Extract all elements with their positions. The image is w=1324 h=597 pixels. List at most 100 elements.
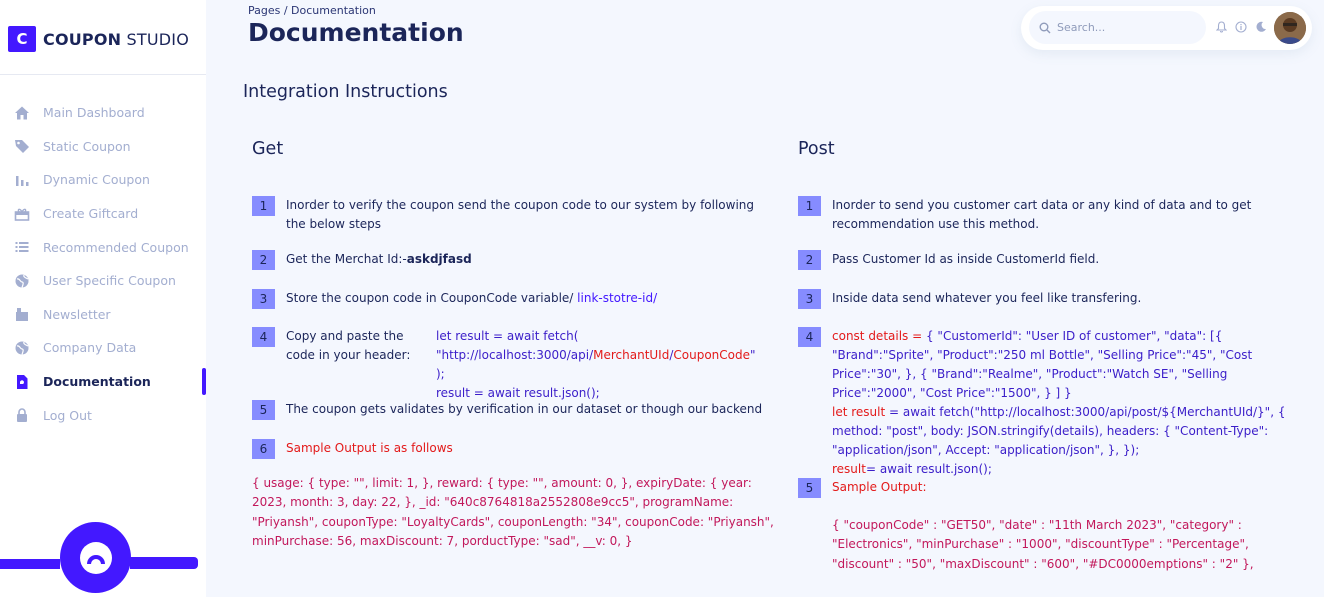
avatar-image [1274, 12, 1306, 44]
sidebar-item-label: Documentation [43, 374, 151, 390]
header-toolbar [1021, 6, 1312, 50]
step-text: Sample Output is as follows [286, 441, 453, 455]
get-step-1: 1 Inorder to verify the coupon send the … [252, 196, 772, 234]
sidebar-item-label: Create Giftcard [43, 206, 139, 222]
step-text-prefix: Get the Merchat Id:- [286, 252, 407, 266]
get-title: Get [252, 139, 284, 159]
logo-arc-icon [79, 541, 112, 574]
sidebar-item-user-specific-coupon[interactable]: User Specific Coupon [0, 264, 206, 298]
sidebar-nav: Main Dashboard Static Coupon Dynamic Cou… [0, 96, 206, 432]
step-number: 1 [798, 196, 821, 216]
post-code-snippet[interactable]: const details = { "CustomerId": "User ID… [832, 327, 1297, 479]
sidebar-item-label: Static Coupon [43, 138, 131, 154]
brand-name: COUPON STUDIO [43, 30, 189, 49]
post-title: Post [798, 139, 835, 159]
gift-icon [13, 205, 31, 223]
sidebar-item-static-coupon[interactable]: Static Coupon [0, 130, 206, 164]
step-number: 2 [798, 250, 821, 270]
code-line: result = await result.json(); [436, 386, 600, 400]
bar-chart-icon [13, 171, 31, 189]
store-link[interactable]: link-stotre-id/ [577, 291, 657, 305]
get-step-2: 2 Get the Merchat Id:-askdjfasd [252, 250, 772, 270]
sidebar-item-label: Log Out [43, 407, 92, 423]
brand-logo[interactable]: C COUPON STUDIO [8, 26, 189, 52]
logo-mark: C [8, 26, 36, 52]
page-title: Documentation [248, 18, 464, 47]
get-step-4: 4 Copy and paste the code in your header… [252, 327, 772, 403]
section-title: Integration Instructions [243, 82, 448, 102]
get-sample-output[interactable]: { usage: { type: "", limit: 1, }, reward… [252, 474, 777, 551]
merchant-id-value: askdjfasd [406, 252, 472, 266]
tag-icon [13, 137, 31, 155]
sidebar-promo-button[interactable] [60, 522, 131, 593]
sidebar-item-newsletter[interactable]: Newsletter [0, 298, 206, 332]
code-var-coupon: CouponCode [673, 348, 751, 362]
active-indicator [202, 367, 206, 395]
step-number: 5 [798, 478, 821, 498]
step-number: 1 [252, 196, 275, 216]
sidebar-item-label: Main Dashboard [43, 105, 145, 121]
sidebar-item-label: User Specific Coupon [43, 273, 176, 289]
post-step-5: 5 Sample Output: [798, 478, 1298, 498]
search-input[interactable] [1057, 21, 1187, 34]
post-step-2: 2 Pass Customer Id as inside CustomerId … [798, 250, 1298, 270]
step-number: 3 [798, 289, 821, 309]
code-line: "http://localhost:3000/api/ [436, 348, 594, 362]
step-text: Inorder to verify the coupon send the co… [286, 198, 755, 231]
step-text: Store the coupon code in CouponCode vari… [286, 289, 657, 309]
brand-name-bold: COUPON [43, 29, 122, 49]
globe-icon [13, 339, 31, 357]
sidebar-item-company-data[interactable]: Company Data [0, 331, 206, 365]
step-text: Get the Merchat Id:-askdjfasd [286, 250, 472, 270]
globe-icon [13, 272, 31, 290]
search-box[interactable] [1029, 11, 1206, 44]
list-icon [13, 238, 31, 256]
step-text: Copy and paste the code in your header: [286, 329, 411, 362]
step-text: Sample Output: [832, 480, 927, 494]
avatar[interactable] [1274, 12, 1306, 44]
step-text: The coupon gets validates by verificatio… [286, 402, 763, 416]
get-code-snippet[interactable]: let result = await fetch( "http://localh… [436, 327, 766, 403]
sidebar-item-create-giftcard[interactable]: Create Giftcard [0, 197, 206, 231]
moon-icon[interactable] [1254, 20, 1268, 34]
post-step-4: 4 const details = { "CustomerId": "User … [798, 327, 1298, 479]
sidebar-item-main-dashboard[interactable]: Main Dashboard [0, 96, 206, 130]
code-var-merchant: MerchantUId [593, 348, 670, 362]
code-result: result [832, 462, 866, 476]
info-icon[interactable] [1234, 20, 1248, 34]
sidebar-item-label: Dynamic Coupon [43, 172, 150, 188]
code-const: const details = [832, 329, 926, 343]
sidebar-item-log-out[interactable]: Log Out [0, 398, 206, 432]
post-sample-output[interactable]: { "couponCode" : "GET50", "date" : "11th… [832, 516, 1302, 574]
home-icon [13, 104, 31, 122]
step-number: 4 [252, 327, 275, 347]
code-fetch: = await fetch("http://localhost:3000/api… [832, 405, 1286, 457]
step-number: 5 [252, 400, 275, 420]
bell-icon[interactable] [1214, 20, 1228, 34]
step-number: 2 [252, 250, 275, 270]
code-result-rest: = await result.json(); [865, 462, 992, 476]
get-step-3: 3 Store the coupon code in CouponCode va… [252, 289, 772, 309]
get-step-5: 5 The coupon gets validates by verificat… [252, 400, 772, 420]
sidebar: C COUPON STUDIO Main Dashboard Static Co… [0, 0, 206, 597]
lock-icon [13, 406, 31, 424]
sidebar-item-label: Recommended Coupon [43, 239, 189, 255]
sidebar-divider [0, 74, 206, 75]
document-icon [13, 373, 31, 391]
sidebar-item-label: Newsletter [43, 306, 111, 322]
sidebar-item-label: Company Data [43, 340, 137, 356]
post-step-3: 3 Inside data send whatever you feel lik… [798, 289, 1298, 309]
sidebar-item-documentation[interactable]: Documentation [0, 365, 206, 399]
get-step-6: 6 Sample Output is as follows [252, 439, 772, 459]
newsletter-icon [13, 305, 31, 323]
step-text: Pass Customer Id as inside CustomerId fi… [832, 252, 1100, 266]
code-let: let result [832, 405, 886, 419]
sidebar-item-recommended-coupon[interactable]: Recommended Coupon [0, 230, 206, 264]
breadcrumb[interactable]: Pages / Documentation [248, 4, 376, 17]
post-step-1: 1 Inorder to send you customer cart data… [798, 196, 1298, 234]
step-text: Inorder to send you customer cart data o… [832, 198, 1252, 231]
step-text-prefix: Store the coupon code in CouponCode vari… [286, 291, 578, 305]
step-number: 6 [252, 439, 275, 459]
code-line: let result = await fetch( [436, 329, 579, 343]
sidebar-item-dynamic-coupon[interactable]: Dynamic Coupon [0, 163, 206, 197]
